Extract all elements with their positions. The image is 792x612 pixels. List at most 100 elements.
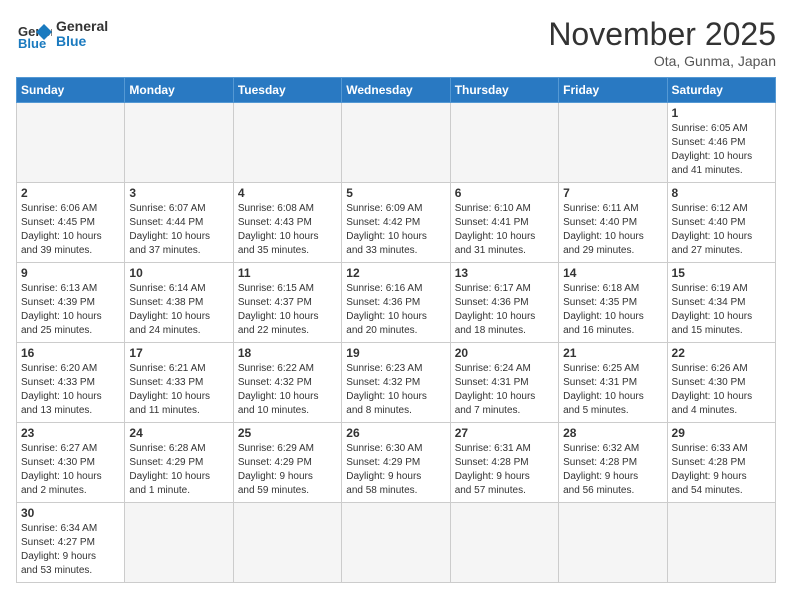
calendar-cell xyxy=(233,503,341,583)
day-info: Sunrise: 6:05 AM Sunset: 4:46 PM Dayligh… xyxy=(672,122,771,178)
calendar-cell xyxy=(559,103,667,183)
calendar-cell xyxy=(125,103,233,183)
day-number: 27 xyxy=(455,426,554,440)
day-number: 2 xyxy=(21,186,120,200)
day-info: Sunrise: 6:13 AM Sunset: 4:39 PM Dayligh… xyxy=(21,282,120,338)
day-number: 21 xyxy=(563,346,662,360)
day-info: Sunrise: 6:06 AM Sunset: 4:45 PM Dayligh… xyxy=(21,202,120,258)
day-number: 9 xyxy=(21,266,120,280)
day-info: Sunrise: 6:24 AM Sunset: 4:31 PM Dayligh… xyxy=(455,362,554,418)
week-row-1: 1 Sunrise: 6:05 AM Sunset: 4:46 PM Daylig… xyxy=(17,103,776,183)
day-info: Sunrise: 6:29 AM Sunset: 4:29 PM Dayligh… xyxy=(238,442,337,498)
calendar-cell: 4Sunrise: 6:08 AM Sunset: 4:43 PM Daylig… xyxy=(233,183,341,263)
day-info: Sunrise: 6:18 AM Sunset: 4:35 PM Dayligh… xyxy=(563,282,662,338)
calendar-cell xyxy=(342,503,450,583)
day-number: 4 xyxy=(238,186,337,200)
day-number: 17 xyxy=(129,346,228,360)
calendar-cell: 19 Sunrise: 6:23 AM Sunset: 4:32 PM Dayli… xyxy=(342,343,450,423)
calendar-cell: 28Sunrise: 6:32 AM Sunset: 4:28 PM Dayli… xyxy=(559,423,667,503)
calendar-cell: 7 Sunrise: 6:11 AM Sunset: 4:40 PM Daylig… xyxy=(559,183,667,263)
calendar-cell xyxy=(342,103,450,183)
day-number: 7 xyxy=(563,186,662,200)
calendar-cell: 12 Sunrise: 6:16 AM Sunset: 4:36 PM Dayli… xyxy=(342,263,450,343)
calendar-cell: 15 Sunrise: 6:19 AM Sunset: 4:34 PM Dayli… xyxy=(667,263,775,343)
weekday-header-friday: Friday xyxy=(559,78,667,103)
calendar-subtitle: Ota, Gunma, Japan xyxy=(548,53,776,69)
day-info: Sunrise: 6:12 AM Sunset: 4:40 PM Dayligh… xyxy=(672,202,771,258)
calendar-cell: 16Sunrise: 6:20 AM Sunset: 4:33 PM Dayli… xyxy=(17,343,125,423)
calendar-cell: 11 Sunrise: 6:15 AM Sunset: 4:37 PM Dayli… xyxy=(233,263,341,343)
day-info: Sunrise: 6:09 AM Sunset: 4:42 PM Dayligh… xyxy=(346,202,445,258)
day-number: 25 xyxy=(238,426,337,440)
day-number: 23 xyxy=(21,426,120,440)
calendar-cell: 21 Sunrise: 6:25 AM Sunset: 4:31 PM Dayli… xyxy=(559,343,667,423)
day-number: 15 xyxy=(672,266,771,280)
day-info: Sunrise: 6:23 AM Sunset: 4:32 PM Dayligh… xyxy=(346,362,445,418)
day-info: Sunrise: 6:11 AM Sunset: 4:40 PM Dayligh… xyxy=(563,202,662,258)
weekday-header-thursday: Thursday xyxy=(450,78,558,103)
calendar-cell: 13Sunrise: 6:17 AM Sunset: 4:36 PM Dayli… xyxy=(450,263,558,343)
day-number: 5 xyxy=(346,186,445,200)
day-number: 19 xyxy=(346,346,445,360)
day-number: 1 xyxy=(672,106,771,120)
day-number: 30 xyxy=(21,506,120,520)
day-info: Sunrise: 6:31 AM Sunset: 4:28 PM Dayligh… xyxy=(455,442,554,498)
logo-icon: General Blue xyxy=(16,16,52,52)
week-row-5: 23 Sunrise: 6:27 AM Sunset: 4:30 PM Dayli… xyxy=(17,423,776,503)
day-info: Sunrise: 6:15 AM Sunset: 4:37 PM Dayligh… xyxy=(238,282,337,338)
calendar-cell: 29Sunrise: 6:33 AM Sunset: 4:28 PM Dayli… xyxy=(667,423,775,503)
day-number: 20 xyxy=(455,346,554,360)
day-info: Sunrise: 6:30 AM Sunset: 4:29 PM Dayligh… xyxy=(346,442,445,498)
calendar-cell: 27 Sunrise: 6:31 AM Sunset: 4:28 PM Dayli… xyxy=(450,423,558,503)
calendar-cell xyxy=(233,103,341,183)
day-number: 18 xyxy=(238,346,337,360)
day-number: 3 xyxy=(129,186,228,200)
calendar-cell: 6Sunrise: 6:10 AM Sunset: 4:41 PM Daylig… xyxy=(450,183,558,263)
day-info: Sunrise: 6:16 AM Sunset: 4:36 PM Dayligh… xyxy=(346,282,445,338)
calendar-title: November 2025 xyxy=(548,16,776,53)
day-info: Sunrise: 6:19 AM Sunset: 4:34 PM Dayligh… xyxy=(672,282,771,338)
calendar-cell xyxy=(667,503,775,583)
day-info: Sunrise: 6:21 AM Sunset: 4:33 PM Dayligh… xyxy=(129,362,228,418)
day-number: 6 xyxy=(455,186,554,200)
calendar-cell: 24Sunrise: 6:28 AM Sunset: 4:29 PM Dayli… xyxy=(125,423,233,503)
day-info: Sunrise: 6:26 AM Sunset: 4:30 PM Dayligh… xyxy=(672,362,771,418)
calendar-cell: 9 Sunrise: 6:13 AM Sunset: 4:39 PM Daylig… xyxy=(17,263,125,343)
calendar-cell: 26 Sunrise: 6:30 AM Sunset: 4:29 PM Dayli… xyxy=(342,423,450,503)
calendar-cell xyxy=(559,503,667,583)
calendar-cell: 10Sunrise: 6:14 AM Sunset: 4:38 PM Dayli… xyxy=(125,263,233,343)
day-number: 12 xyxy=(346,266,445,280)
calendar-cell: 22Sunrise: 6:26 AM Sunset: 4:30 PM Dayli… xyxy=(667,343,775,423)
weekday-header-monday: Monday xyxy=(125,78,233,103)
calendar-cell: 5 Sunrise: 6:09 AM Sunset: 4:42 PM Daylig… xyxy=(342,183,450,263)
week-row-4: 16Sunrise: 6:20 AM Sunset: 4:33 PM Dayli… xyxy=(17,343,776,423)
day-number: 14 xyxy=(563,266,662,280)
calendar-table: SundayMondayTuesdayWednesdayThursdayFrid… xyxy=(16,77,776,583)
day-info: Sunrise: 6:27 AM Sunset: 4:30 PM Dayligh… xyxy=(21,442,120,498)
day-info: Sunrise: 6:34 AM Sunset: 4:27 PM Dayligh… xyxy=(21,522,120,578)
calendar-cell xyxy=(450,503,558,583)
weekday-header-sunday: Sunday xyxy=(17,78,125,103)
day-number: 11 xyxy=(238,266,337,280)
day-info: Sunrise: 6:28 AM Sunset: 4:29 PM Dayligh… xyxy=(129,442,228,498)
calendar-cell: 14 Sunrise: 6:18 AM Sunset: 4:35 PM Dayli… xyxy=(559,263,667,343)
day-info: Sunrise: 6:25 AM Sunset: 4:31 PM Dayligh… xyxy=(563,362,662,418)
svg-text:Blue: Blue xyxy=(18,36,46,51)
logo-general: General xyxy=(56,18,108,34)
day-info: Sunrise: 6:14 AM Sunset: 4:38 PM Dayligh… xyxy=(129,282,228,338)
calendar-cell: 30 Sunrise: 6:34 AM Sunset: 4:27 PM Dayli… xyxy=(17,503,125,583)
day-number: 8 xyxy=(672,186,771,200)
calendar-cell xyxy=(17,103,125,183)
week-row-2: 2 Sunrise: 6:06 AM Sunset: 4:45 PM Daylig… xyxy=(17,183,776,263)
day-info: Sunrise: 6:17 AM Sunset: 4:36 PM Dayligh… xyxy=(455,282,554,338)
day-number: 26 xyxy=(346,426,445,440)
calendar-cell: 25 Sunrise: 6:29 AM Sunset: 4:29 PM Dayli… xyxy=(233,423,341,503)
calendar-cell: 1 Sunrise: 6:05 AM Sunset: 4:46 PM Daylig… xyxy=(667,103,775,183)
week-row-6: 30 Sunrise: 6:34 AM Sunset: 4:27 PM Dayli… xyxy=(17,503,776,583)
weekday-header-wednesday: Wednesday xyxy=(342,78,450,103)
week-row-3: 9 Sunrise: 6:13 AM Sunset: 4:39 PM Daylig… xyxy=(17,263,776,343)
logo-blue: Blue xyxy=(56,34,108,49)
weekday-header-saturday: Saturday xyxy=(667,78,775,103)
weekday-header-tuesday: Tuesday xyxy=(233,78,341,103)
day-number: 16 xyxy=(21,346,120,360)
